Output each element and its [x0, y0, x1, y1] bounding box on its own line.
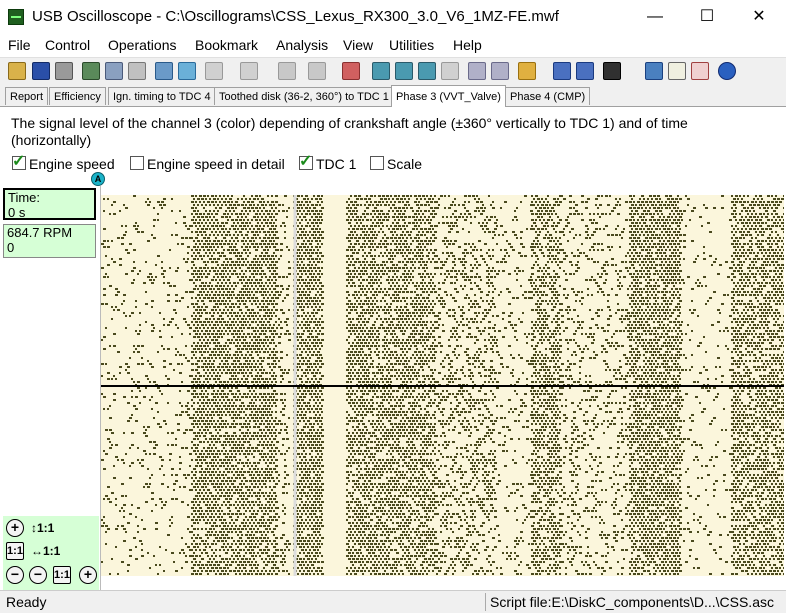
- option-engine-speed-detail[interactable]: Engine speed in detail: [130, 156, 285, 176]
- reset-scale-button[interactable]: 1:1: [6, 542, 24, 560]
- open-folder-icon[interactable]: [8, 62, 26, 80]
- undo-icon[interactable]: [278, 62, 296, 80]
- engine-speed-detail-checkbox[interactable]: [130, 156, 144, 170]
- tdc1-label: TDC 1: [316, 156, 356, 172]
- readout-panel: Time: 0 s 684.7 RPM 0 + ↕1:1 1:1 ↔1:1 − …: [0, 186, 101, 590]
- tab-efficiency[interactable]: Efficiency: [49, 87, 106, 105]
- tab-phase-3[interactable]: Phase 3 (VVT_Valve): [391, 85, 506, 107]
- help-icon[interactable]: [718, 62, 736, 80]
- toolbar: [0, 57, 786, 86]
- copy-icon[interactable]: [105, 62, 123, 80]
- chart-description: The signal level of the channel 3 (color…: [11, 115, 771, 149]
- option-tdc1[interactable]: TDC 1: [299, 156, 356, 176]
- script-run-icon[interactable]: [553, 62, 571, 80]
- rpm-sub-value: 0: [7, 240, 95, 255]
- vertical-scale-label: ↕1:1: [31, 521, 54, 535]
- print-icon[interactable]: [55, 62, 73, 80]
- tab-strip: Report Efficiency Ign. timing to TDC 4 T…: [0, 85, 786, 107]
- menu-view[interactable]: View: [343, 37, 373, 53]
- close-report-icon[interactable]: [691, 62, 709, 80]
- status-script-file: Script file:E:\DiskC_components\D...\CSS…: [490, 594, 780, 610]
- tab-ign-timing[interactable]: Ign. timing to TDC 4: [108, 87, 216, 105]
- tab-toothed-disk[interactable]: Toothed disk (36-2, 360°) to TDC 1: [214, 87, 394, 105]
- menu-bookmark[interactable]: Bookmark: [195, 37, 258, 53]
- oscilloscope-app-icon: [8, 9, 24, 25]
- page-icon[interactable]: [441, 62, 459, 80]
- engine-speed-detail-label: Engine speed in detail: [147, 156, 285, 172]
- tab-report[interactable]: Report: [5, 87, 48, 105]
- menu-bar: File Control Operations Bookmark Analysi…: [0, 35, 786, 57]
- check-all-icon[interactable]: [418, 62, 436, 80]
- delete-icon[interactable]: [342, 62, 360, 80]
- maximize-button[interactable]: ☐: [684, 0, 730, 34]
- horizontal-scale-label: ↔1:1: [31, 544, 60, 558]
- check-down-icon[interactable]: [395, 62, 413, 80]
- display-options: Engine speed Engine speed in detail TDC …: [0, 156, 786, 178]
- zoom-area-icon[interactable]: [308, 62, 326, 80]
- option-scale[interactable]: Scale: [370, 156, 422, 176]
- grid-icon[interactable]: [468, 62, 486, 80]
- time-label: Time:: [8, 190, 94, 205]
- menu-help[interactable]: Help: [453, 37, 482, 53]
- window-title: USB Oscilloscope - C:\Oscillograms\CSS_L…: [32, 8, 559, 25]
- save-disk-icon[interactable]: [32, 62, 50, 80]
- tab-phase-4[interactable]: Phase 4 (CMP): [505, 87, 590, 105]
- table-icon[interactable]: [491, 62, 509, 80]
- menu-utilities[interactable]: Utilities: [389, 37, 434, 53]
- rpm-value: 684.7 RPM: [7, 225, 95, 240]
- zoom-in-vertical-button[interactable]: +: [6, 519, 24, 537]
- tdc1-checkbox[interactable]: [299, 156, 313, 170]
- close-button[interactable]: ✕: [736, 0, 782, 34]
- phase-plot[interactable]: [101, 195, 784, 576]
- status-separator: [485, 593, 486, 611]
- zoom-controls: + ↕1:1 1:1 ↔1:1 − − 1:1 +: [3, 516, 99, 590]
- status-bar: Ready Script file:E:\DiskC_components\D.…: [0, 590, 786, 613]
- cursor-icon[interactable]: [128, 62, 146, 80]
- reset-horizontal-button[interactable]: 1:1: [53, 566, 71, 584]
- phase-plot-canvas: [101, 195, 784, 576]
- signal-icon[interactable]: [205, 62, 223, 80]
- time-value: 0 s: [8, 205, 94, 220]
- check-icon[interactable]: [372, 62, 390, 80]
- scale-label: Scale: [387, 156, 422, 172]
- measure-icon[interactable]: [155, 62, 173, 80]
- script-step-icon[interactable]: [576, 62, 594, 80]
- menu-control[interactable]: Control: [45, 37, 90, 53]
- menu-operations[interactable]: Operations: [108, 37, 176, 53]
- oscilloscope-view-icon[interactable]: [645, 62, 663, 80]
- scale-checkbox[interactable]: [370, 156, 384, 170]
- script-settings-icon[interactable]: [603, 62, 621, 80]
- script-open-icon[interactable]: [518, 62, 536, 80]
- minimize-button[interactable]: —: [632, 0, 678, 34]
- zoom-in-horizontal-button[interactable]: +: [79, 566, 97, 584]
- engine-speed-checkbox[interactable]: [12, 156, 26, 170]
- signal-filter-icon[interactable]: [240, 62, 258, 80]
- engine-speed-label: Engine speed: [29, 156, 115, 172]
- notes-icon[interactable]: [668, 62, 686, 80]
- rpm-readout: 684.7 RPM 0: [3, 224, 96, 258]
- status-ready: Ready: [6, 594, 46, 610]
- marker-icon[interactable]: [178, 62, 196, 80]
- title-bar: USB Oscilloscope - C:\Oscillograms\CSS_L…: [0, 0, 786, 34]
- cursor-marker-a[interactable]: A: [91, 172, 105, 186]
- zoom-out-button[interactable]: −: [6, 566, 24, 584]
- export-icon[interactable]: [82, 62, 100, 80]
- menu-file[interactable]: File: [8, 37, 31, 53]
- menu-analysis[interactable]: Analysis: [276, 37, 328, 53]
- zoom-out-horizontal-button[interactable]: −: [29, 566, 47, 584]
- time-readout: Time: 0 s: [3, 188, 96, 220]
